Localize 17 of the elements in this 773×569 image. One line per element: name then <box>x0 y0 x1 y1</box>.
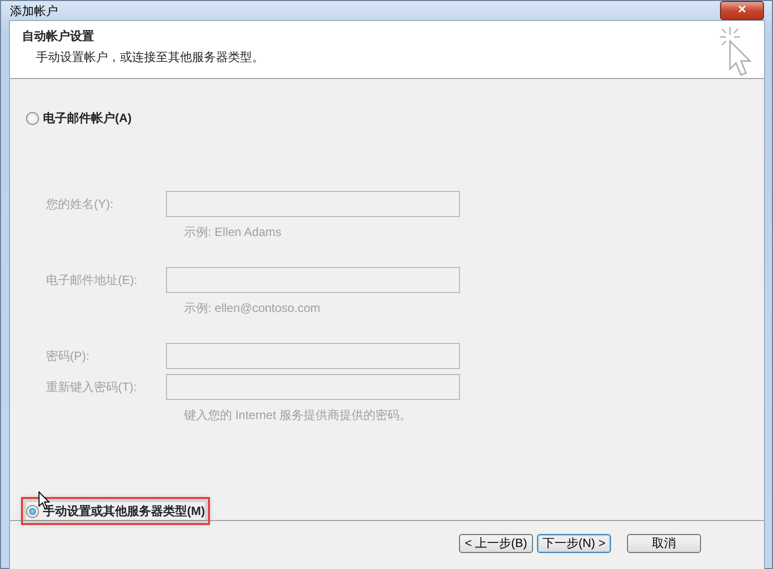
window-title: 添加帐户 <box>10 2 58 20</box>
dialog-button[interactable]: < 上一步(B) <box>459 534 533 553</box>
radio-button[interactable] <box>26 504 39 518</box>
header-subtitle: 手动设置帐户，或连接至其他服务器类型。 <box>35 49 264 66</box>
radio-button[interactable] <box>26 112 39 124</box>
field-label: 电子邮件地址(E): <box>46 272 138 289</box>
dialog-button[interactable]: 下一步(N) > <box>537 534 611 553</box>
close-button[interactable]: ✕ <box>720 1 764 20</box>
field-label: 您的姓名(Y): <box>46 196 114 213</box>
dialog-button[interactable]: 取消 <box>627 534 701 553</box>
header-title: 自动帐户设置 <box>22 28 95 45</box>
field-label: 重新键入密码(T): <box>46 379 138 396</box>
hint-text: 键入您的 Internet 服务提供商提供的密码。 <box>184 407 412 424</box>
hint-text: 示例: Ellen Adams <box>184 224 282 241</box>
hint-text: 示例: ellen@contoso.com <box>184 300 322 317</box>
field-label: 密码(P): <box>46 348 90 365</box>
radio-label[interactable]: 电子邮件帐户(A) <box>43 109 132 127</box>
